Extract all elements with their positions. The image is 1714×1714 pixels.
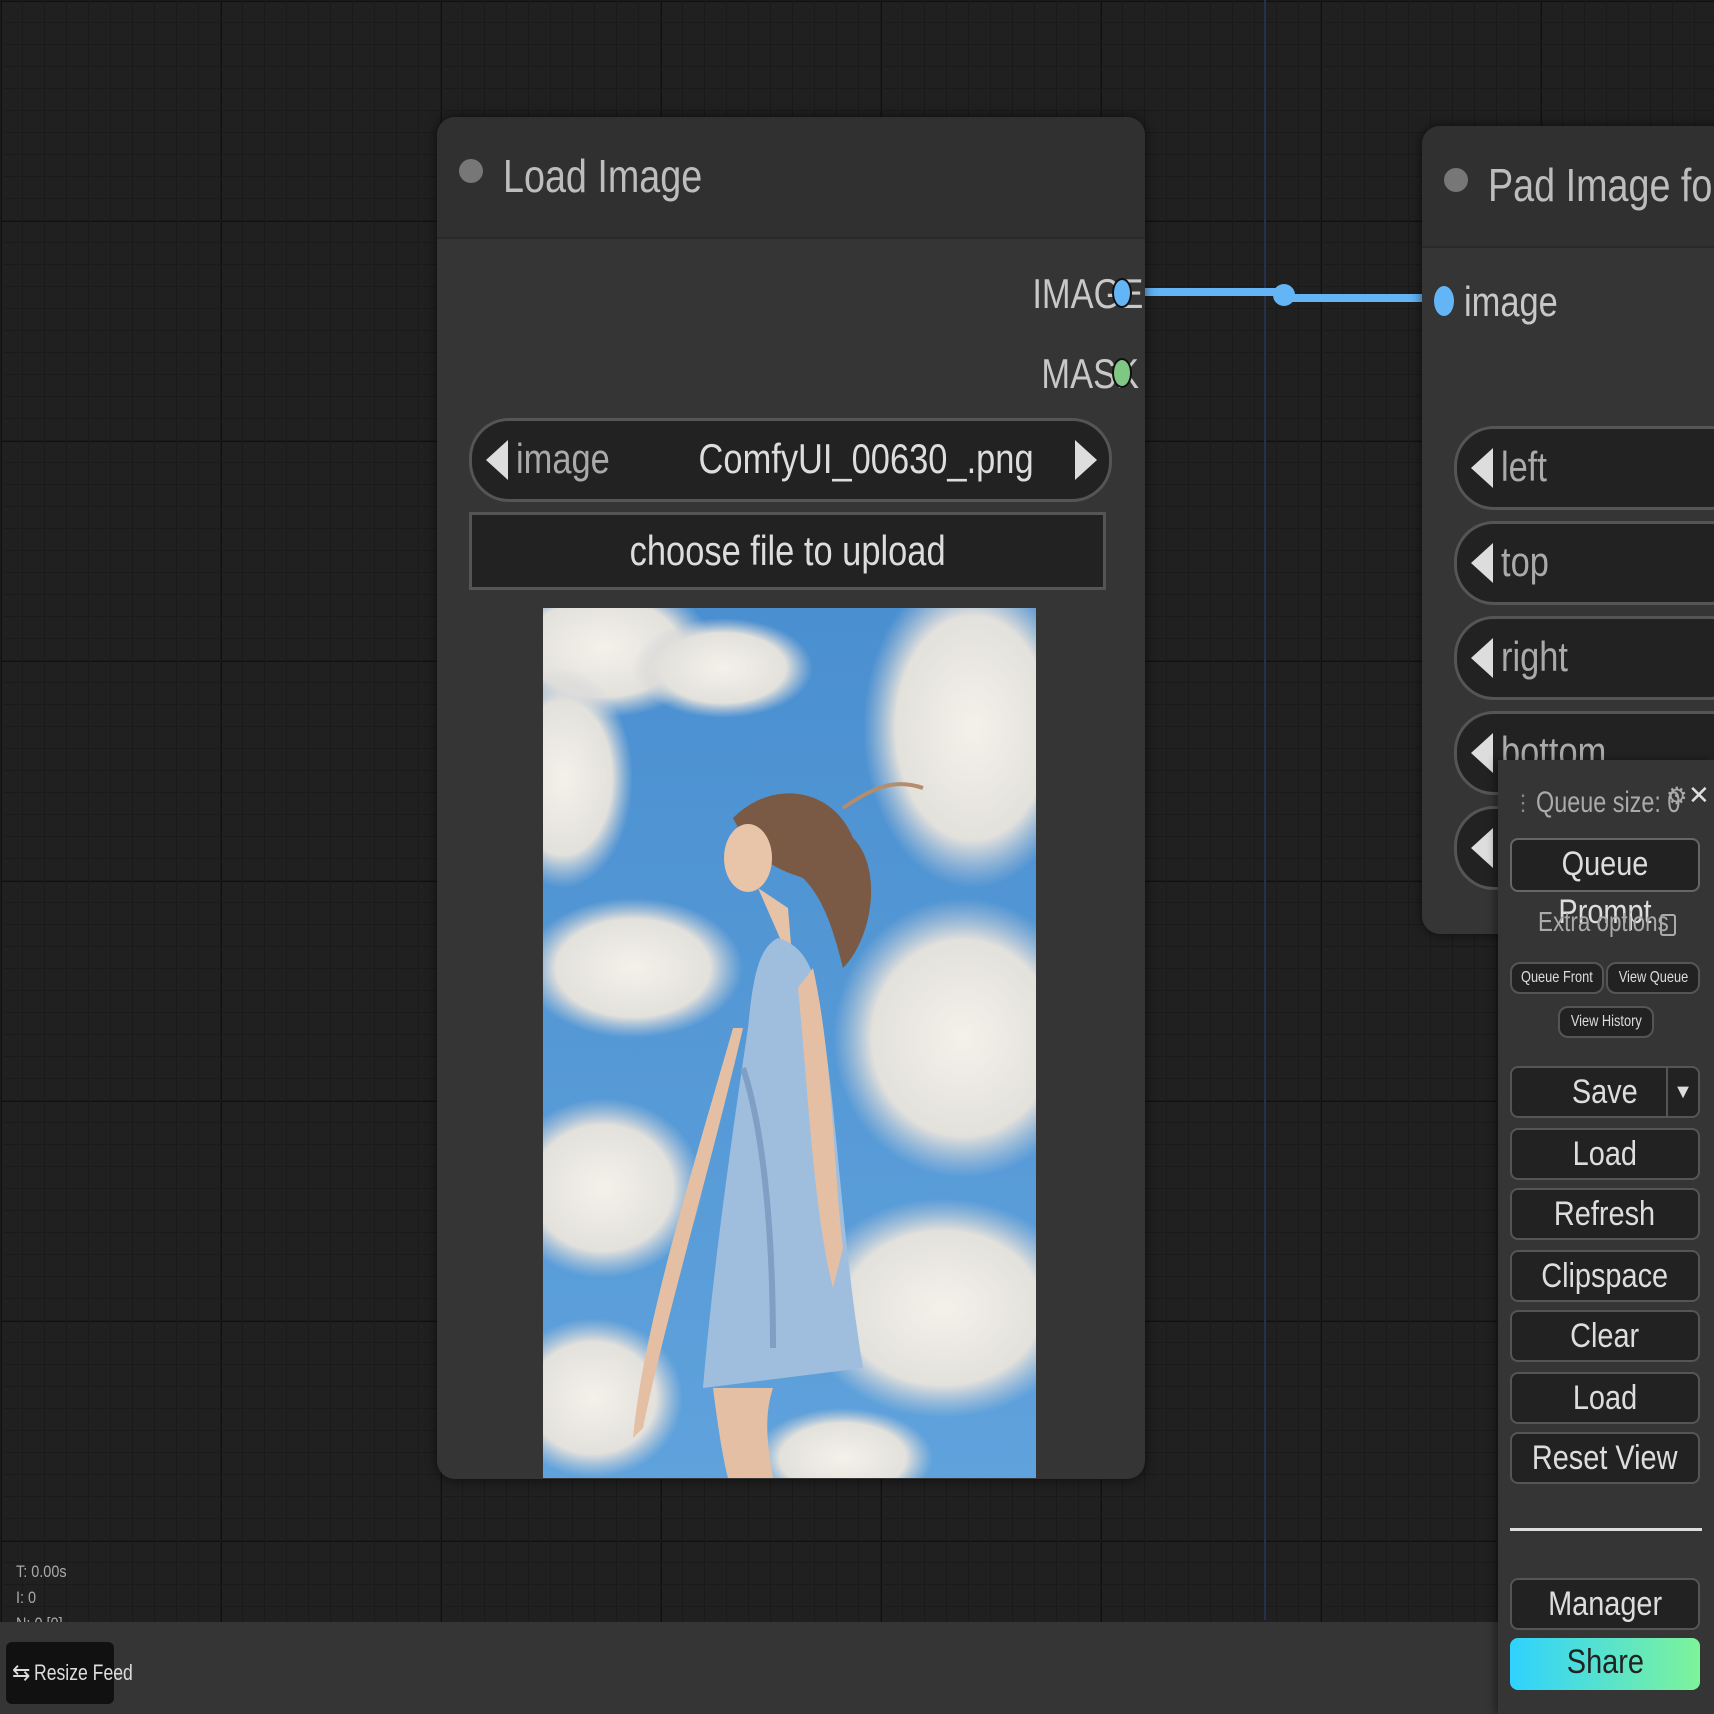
menu-divider: [1510, 1528, 1702, 1531]
refresh-button[interactable]: Refresh: [1510, 1188, 1700, 1240]
load-button[interactable]: Load: [1510, 1128, 1700, 1180]
stats-nodes: N: 0 [0]: [16, 1614, 63, 1622]
extra-options-label: Extra options: [1538, 906, 1669, 937]
arrow-left-icon[interactable]: [1471, 733, 1493, 773]
node-header[interactable]: Pad Image for O: [1422, 126, 1714, 248]
manager-button[interactable]: Manager: [1510, 1578, 1700, 1630]
save-label: Save: [1572, 1073, 1638, 1111]
view-history-label: View History: [1570, 1013, 1642, 1030]
widget-label: left: [1501, 443, 1547, 490]
refresh-label: Refresh: [1554, 1195, 1656, 1233]
queue-size: Queue size: 0: [1536, 786, 1681, 819]
reset-view-button[interactable]: Reset View: [1510, 1432, 1700, 1484]
queue-prompt-button[interactable]: Queue Prompt: [1510, 838, 1700, 931]
manager-label: Manager: [1547, 1585, 1663, 1623]
image-combo-widget[interactable]: image ComfyUI_00630_.png: [469, 418, 1112, 502]
widget-label: image: [516, 435, 610, 482]
stats-time: T: 0.00s: [16, 1562, 67, 1581]
node-title: Pad Image for O: [1488, 159, 1714, 211]
view-queue-label: View Queue: [1618, 969, 1688, 986]
node-header[interactable]: Load Image: [437, 117, 1145, 239]
share-label: Share: [1566, 1643, 1644, 1681]
arrow-left-icon[interactable]: [1471, 448, 1493, 488]
pad-right-widget[interactable]: right: [1454, 616, 1714, 700]
swap-icon: ⇆: [12, 1660, 31, 1685]
bottom-bar: [0, 1622, 1498, 1714]
clipspace-button[interactable]: Clipspace: [1510, 1250, 1700, 1302]
share-button[interactable]: Share: [1510, 1638, 1700, 1690]
upload-label: choose file to upload: [629, 527, 946, 574]
view-queue-button[interactable]: View Queue: [1606, 962, 1700, 994]
arrow-left-icon[interactable]: [1471, 638, 1493, 678]
load-default-button[interactable]: Load Default: [1510, 1372, 1700, 1465]
node-title: Load Image: [503, 150, 703, 202]
widget-label: top: [1501, 538, 1549, 585]
output-slot-mask[interactable]: [1112, 358, 1132, 388]
upload-button[interactable]: choose file to upload: [469, 512, 1106, 590]
save-dropdown-button[interactable]: ▼: [1666, 1068, 1698, 1116]
clear-button[interactable]: Clear: [1510, 1310, 1700, 1362]
stats-iterations: I: 0: [16, 1588, 37, 1607]
arrow-left-icon[interactable]: [1471, 543, 1493, 583]
comfy-menu: ⋮ Queue size: 0 ⚙ ✕ Queue Prompt Extra o…: [1498, 760, 1714, 1714]
reset-view-label: Reset View: [1532, 1439, 1678, 1477]
queue-front-label: Queue Front: [1521, 969, 1593, 986]
view-history-button[interactable]: View History: [1558, 1006, 1654, 1038]
output-slot-image[interactable]: [1112, 278, 1132, 308]
drag-handle-icon[interactable]: ⋮: [1512, 790, 1534, 816]
widget-value: ComfyUI_00630_.png: [698, 435, 1034, 482]
extra-options-checkbox[interactable]: [1660, 914, 1676, 936]
arrow-left-icon[interactable]: [486, 440, 508, 480]
queue-front-button[interactable]: Queue Front: [1510, 962, 1604, 994]
widget-label: right: [1501, 633, 1568, 680]
input-label-image: image: [1464, 278, 1558, 325]
collapse-dot-icon[interactable]: [1444, 168, 1468, 192]
image-preview: [543, 608, 1036, 1478]
pad-top-widget[interactable]: top: [1454, 521, 1714, 605]
arrow-left-icon[interactable]: [1471, 828, 1493, 868]
resize-feed-button[interactable]: ⇆ Resize Feed: [6, 1642, 133, 1704]
settings-gear-icon[interactable]: ⚙: [1666, 782, 1688, 811]
close-icon[interactable]: ✕: [1688, 780, 1710, 811]
load-label: Load: [1572, 1135, 1638, 1173]
resize-feed-label: Resize Feed: [34, 1660, 133, 1685]
clipspace-label: Clipspace: [1541, 1257, 1669, 1295]
save-button[interactable]: Save ▼: [1510, 1066, 1700, 1118]
pad-left-widget[interactable]: left: [1454, 426, 1714, 510]
clear-label: Clear: [1570, 1317, 1640, 1355]
input-slot-image[interactable]: [1434, 286, 1454, 316]
arrow-right-icon[interactable]: [1075, 440, 1097, 480]
collapse-dot-icon[interactable]: [459, 159, 483, 183]
